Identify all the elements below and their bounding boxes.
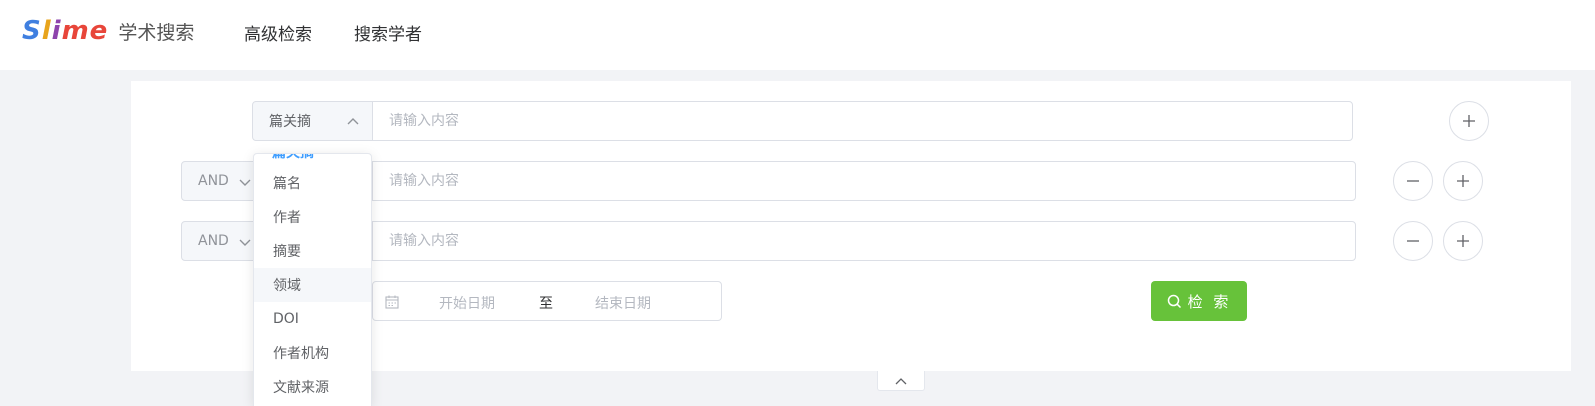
chevron-up-icon (347, 118, 359, 125)
calendar-icon (385, 295, 399, 309)
dropdown-item-abstract[interactable]: 摘要 (254, 234, 371, 268)
search-button[interactable]: 检 索 (1151, 281, 1247, 321)
logic-select-3[interactable]: AND (181, 221, 261, 261)
field-select[interactable]: 篇关摘 (252, 101, 373, 141)
plus-icon (1457, 235, 1469, 247)
dropdown-item-doi[interactable]: DOI (254, 302, 371, 336)
minus-icon (1407, 240, 1419, 242)
add-row-button[interactable] (1443, 221, 1483, 261)
logo-wordmark: Slime (22, 16, 108, 46)
dropdown-item-field[interactable]: 领域 (254, 268, 371, 302)
add-row-button[interactable] (1449, 101, 1489, 141)
dropdown-item-title[interactable]: 篇名 (254, 166, 371, 200)
minus-icon (1407, 180, 1419, 182)
field-dropdown: 篇关摘 篇名 作者 摘要 领域 DOI 作者机构 文献来源 (253, 153, 372, 406)
top-bar: Slime 学术搜索 高级检索 搜索学者 (0, 0, 1595, 70)
collapse-toggle[interactable] (877, 371, 925, 391)
start-date-input[interactable]: 开始日期 (439, 293, 495, 313)
logo-letter: m (61, 16, 90, 46)
date-range-picker[interactable]: 开始日期 至 结束日期 (372, 281, 722, 321)
search-input-2[interactable] (372, 161, 1356, 201)
search-button-label: 检 索 (1187, 292, 1232, 311)
logo-letter: l (41, 16, 52, 46)
dropdown-item-institution[interactable]: 作者机构 (254, 336, 371, 370)
dropdown-item-selected[interactable]: 篇关摘 (272, 154, 314, 162)
logo-letter: e (89, 16, 109, 46)
remove-row-button[interactable] (1393, 161, 1433, 201)
search-input-1[interactable] (372, 101, 1353, 141)
remove-row-button[interactable] (1393, 221, 1433, 261)
dropdown-item-author[interactable]: 作者 (254, 200, 371, 234)
date-range-separator: 至 (539, 296, 553, 312)
end-date-input[interactable]: 结束日期 (595, 293, 651, 313)
logic-select-value: AND (198, 233, 229, 249)
add-row-button[interactable] (1443, 161, 1483, 201)
field-select-value: 篇关摘 (269, 114, 311, 130)
site-name: 学术搜索 (118, 21, 195, 44)
nav-search-scholars[interactable]: 搜索学者 (354, 20, 422, 45)
search-icon (1167, 294, 1181, 308)
dropdown-item-source[interactable]: 文献来源 (254, 370, 371, 404)
logic-select-value: AND (198, 173, 229, 189)
chevron-down-icon (239, 239, 251, 246)
logo[interactable]: Slime 学术搜索 (22, 14, 194, 48)
search-input-3[interactable] (372, 221, 1356, 261)
logo-letter: S (22, 16, 42, 46)
logo-letter: i (51, 16, 62, 46)
plus-icon (1463, 115, 1475, 127)
logic-select-2[interactable]: AND (181, 161, 261, 201)
nav-advanced-search[interactable]: 高级检索 (244, 20, 312, 45)
chevron-down-icon (239, 179, 251, 186)
chevron-up-icon (895, 377, 907, 384)
plus-icon (1457, 175, 1469, 187)
